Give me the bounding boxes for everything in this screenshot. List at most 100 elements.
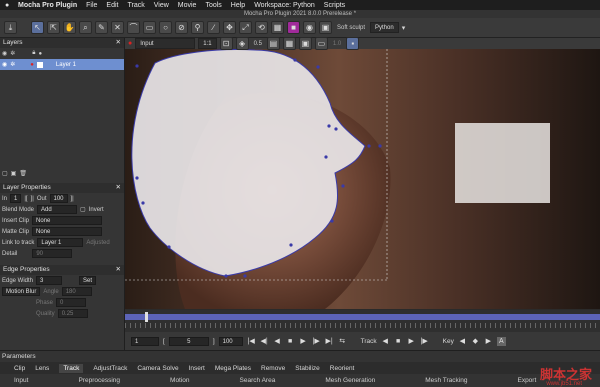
link-track-select[interactable]: Layer 1	[37, 238, 84, 247]
layer-row[interactable]: ◉ ✲ ● Layer 1	[0, 59, 124, 70]
sculpt-radius-icon[interactable]: ◉	[303, 21, 316, 34]
tab-camera-solve[interactable]: Camera Solve	[137, 365, 178, 372]
move-icon[interactable]: ✥	[223, 21, 236, 34]
color-icon[interactable]: ●	[38, 51, 42, 57]
app-menu[interactable]: Mocha Pro Plugin	[18, 2, 77, 9]
detail-field[interactable]: 90	[32, 249, 73, 258]
zoom-select[interactable]: 1:1	[198, 38, 217, 49]
chevron-down-icon[interactable]: ▾	[402, 24, 406, 32]
duplicate-layer-icon[interactable]: ▣	[11, 170, 17, 177]
eye-icon[interactable]: ◉	[2, 50, 7, 57]
menu-edit[interactable]: Edit	[106, 2, 118, 9]
bezier-icon[interactable]: ⌒	[127, 21, 140, 34]
menu-view[interactable]: View	[154, 2, 169, 9]
step-back-icon[interactable]: ◀|	[260, 337, 269, 346]
timeline[interactable]	[125, 310, 600, 332]
opacity-value[interactable]: 0.5	[252, 41, 264, 47]
menu-movie[interactable]: Movie	[178, 2, 197, 9]
play-back-icon[interactable]: ◀	[273, 337, 282, 346]
play-icon[interactable]: ▶	[299, 337, 308, 346]
sculpt-settings-icon[interactable]: ▣	[319, 21, 332, 34]
tab-lens[interactable]: Lens	[35, 365, 49, 372]
insert-clip-select[interactable]: None	[32, 216, 103, 225]
save-icon[interactable]: ⤓	[4, 21, 17, 34]
add-layer-icon[interactable]: ▢	[2, 170, 8, 177]
auto-key-icon[interactable]: A	[496, 336, 506, 346]
link-icon[interactable]: ⊘	[175, 21, 188, 34]
lock-icon[interactable]: 🔒︎	[32, 50, 35, 57]
viewer[interactable]	[125, 38, 600, 310]
menu-scripts[interactable]: Scripts	[324, 2, 345, 9]
out-field[interactable]: 100	[49, 194, 68, 203]
tab-stabilize[interactable]: Stabilize	[295, 365, 320, 372]
record-icon[interactable]: ●	[30, 62, 34, 68]
current-frame-field[interactable]: 5	[168, 336, 209, 346]
track-step-icon[interactable]: |▶	[420, 337, 429, 346]
blend-mode-select[interactable]: Add	[37, 205, 78, 214]
playhead[interactable]	[145, 312, 148, 322]
layer-color-swatch[interactable]	[36, 61, 43, 68]
close-icon[interactable]: ✕	[116, 38, 121, 48]
brush-icon[interactable]: ∕	[207, 21, 220, 34]
invert-checkbox[interactable]: ▢	[80, 206, 86, 213]
out-set-icon[interactable]: ]|	[31, 196, 34, 202]
tab-insert[interactable]: Insert	[189, 365, 205, 372]
close-icon[interactable]: ✕	[116, 265, 121, 275]
angle-field[interactable]: 180	[61, 287, 92, 296]
gear-icon[interactable]: ✲	[10, 50, 15, 57]
motion-blur-button[interactable]: Motion Blur	[2, 287, 41, 296]
menu-track[interactable]: Track	[127, 2, 144, 9]
menu-file[interactable]: File	[86, 2, 97, 9]
phase-field[interactable]: 0	[56, 298, 87, 307]
sculpt-icon[interactable]: ■	[287, 21, 300, 34]
out-jump-icon[interactable]: ]|	[71, 196, 74, 202]
transform-icon[interactable]: ⤢	[239, 21, 252, 34]
menu-workspace[interactable]: Workspace: Python	[254, 2, 315, 9]
in-point-icon[interactable]: [	[163, 338, 165, 345]
overlay-icon[interactable]: ⊡	[219, 37, 233, 50]
loop-icon[interactable]: ⇆	[338, 337, 347, 346]
view-icon[interactable]: ◈	[235, 37, 249, 50]
trash-icon[interactable]: 🗑︎	[19, 170, 27, 177]
stop-icon[interactable]: ■	[286, 337, 295, 346]
timeline-track-bar[interactable]	[125, 314, 600, 320]
menu-tools[interactable]: Tools	[205, 2, 221, 9]
circle-icon[interactable]: ○	[159, 21, 172, 34]
hand-icon[interactable]: ✋	[63, 21, 76, 34]
in-set-icon[interactable]: |[	[24, 196, 27, 202]
frame-start-field[interactable]: 1	[131, 336, 159, 346]
layer-name[interactable]: Layer 1	[56, 62, 76, 68]
viewer-canvas[interactable]	[125, 38, 600, 310]
add-key-icon[interactable]: ◆	[471, 337, 480, 346]
tab-reorient[interactable]: Reorient	[330, 365, 355, 372]
soft-sculpt-label[interactable]: Soft sculpt	[335, 25, 367, 31]
gear-icon[interactable]: ✲	[10, 61, 15, 68]
close-icon[interactable]: ✕	[116, 183, 121, 193]
rotate-icon[interactable]: ⟲	[255, 21, 268, 34]
pen-icon[interactable]: ✎	[95, 21, 108, 34]
prev-key-icon[interactable]: ◀	[458, 337, 467, 346]
quality-field[interactable]: 0.25	[57, 309, 88, 318]
tab-track[interactable]: Track	[59, 363, 84, 373]
goto-end-icon[interactable]: ▶|	[325, 337, 334, 346]
layout-icon[interactable]: ▤	[266, 37, 280, 50]
track-backward-icon[interactable]: ◀	[381, 337, 390, 346]
select-tool-icon[interactable]: ↖	[31, 21, 44, 34]
set-button[interactable]: Set	[79, 276, 97, 285]
xspline-icon[interactable]: ✕	[111, 21, 124, 34]
apple-icon[interactable]: ●	[5, 2, 9, 9]
tab-remove[interactable]: Remove	[261, 365, 285, 372]
zoom-icon[interactable]: ⌕	[79, 21, 92, 34]
tab-clip[interactable]: Clip	[14, 365, 25, 372]
out-point-icon[interactable]: ]	[213, 338, 215, 345]
display-icon[interactable]: ▭	[314, 37, 328, 50]
next-key-icon[interactable]: ▶	[484, 337, 493, 346]
tab-mega-plates[interactable]: Mega Plates	[215, 365, 251, 372]
matte-clip-select[interactable]: None	[32, 227, 103, 236]
adjusted-checkbox[interactable]: Adjusted	[86, 240, 109, 246]
track-stop-icon[interactable]: ■	[394, 337, 403, 346]
menu-help[interactable]: Help	[231, 2, 245, 9]
tab-adjusttrack[interactable]: AdjustTrack	[93, 365, 127, 372]
record-icon[interactable]: ●	[128, 40, 132, 47]
clip-select[interactable]: Input	[135, 38, 196, 49]
